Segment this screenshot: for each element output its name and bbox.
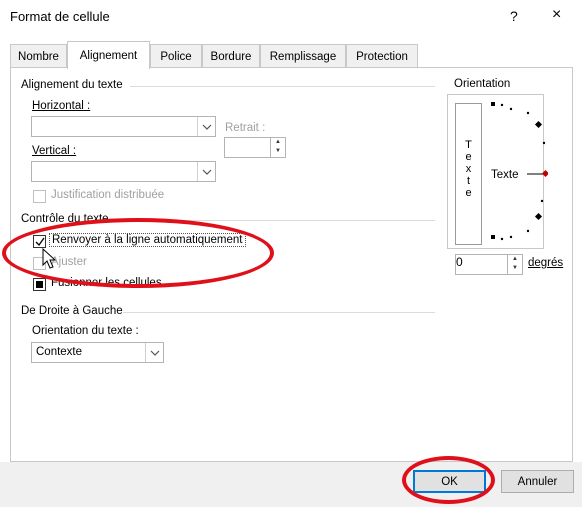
degrees-value: 0 [456,255,463,269]
vertical-select[interactable] [31,161,216,182]
tab-protection[interactable]: Protection [346,44,418,68]
chevron-down-icon [197,162,215,181]
spin-down-icon[interactable]: ▼ [275,147,281,156]
text-direction-value: Contexte [36,346,83,358]
rtl-section-title: De Droite à Gauche [21,305,123,317]
spin-up-icon[interactable]: ▲ [512,255,518,264]
close-icon[interactable]: × [552,6,561,24]
dial-label: Texte [491,169,519,181]
indent-label: Retrait : [225,122,266,134]
divider [130,86,435,87]
vertical-text-button[interactable]: T e x t e [455,103,482,245]
orientation-section-title: Orientation [452,78,513,90]
vertical-letter: x [465,163,472,175]
horizontal-select[interactable] [31,116,216,137]
window-title: Format de cellule [10,9,110,24]
vertical-letter: t [466,175,471,187]
vertical-letter: e [465,187,472,199]
indent-stepper[interactable]: ▲ ▼ [224,137,286,158]
spin-down-icon[interactable]: ▼ [512,264,518,273]
tab-nombre[interactable]: Nombre [10,44,67,68]
tab-police[interactable]: Police [150,44,202,68]
indeterminate-mark [36,281,43,288]
text-direction-select[interactable]: Contexte [31,342,164,363]
degrees-stepper[interactable]: 0 ▲ ▼ [455,254,523,275]
alignment-section-title: Alignement du texte [21,79,123,91]
tab-remplissage[interactable]: Remplissage [260,44,346,68]
tab-bordure[interactable]: Bordure [202,44,260,68]
merge-cells-checkbox[interactable] [33,278,46,291]
chevron-down-icon [197,117,215,136]
highlight-oval [402,456,495,504]
tab-alignement[interactable]: Alignement [67,41,150,69]
distributed-checkbox[interactable] [33,190,46,203]
vertical-label: Vertical : [32,145,77,157]
help-icon[interactable]: ? [510,8,518,24]
chevron-down-icon [145,343,163,362]
cancel-button[interactable]: Annuler [501,470,574,493]
distributed-label: Justification distribuée [51,189,165,201]
degrees-label: degrés [528,257,564,269]
button-bar [0,462,582,507]
divider [123,312,435,313]
vertical-letter: e [465,151,472,163]
horizontal-label: Horizontal : [32,100,91,112]
text-direction-label: Orientation du texte : [32,325,139,337]
vertical-letter: T [465,139,472,151]
highlight-oval [2,218,274,288]
spin-up-icon[interactable]: ▲ [275,138,281,147]
